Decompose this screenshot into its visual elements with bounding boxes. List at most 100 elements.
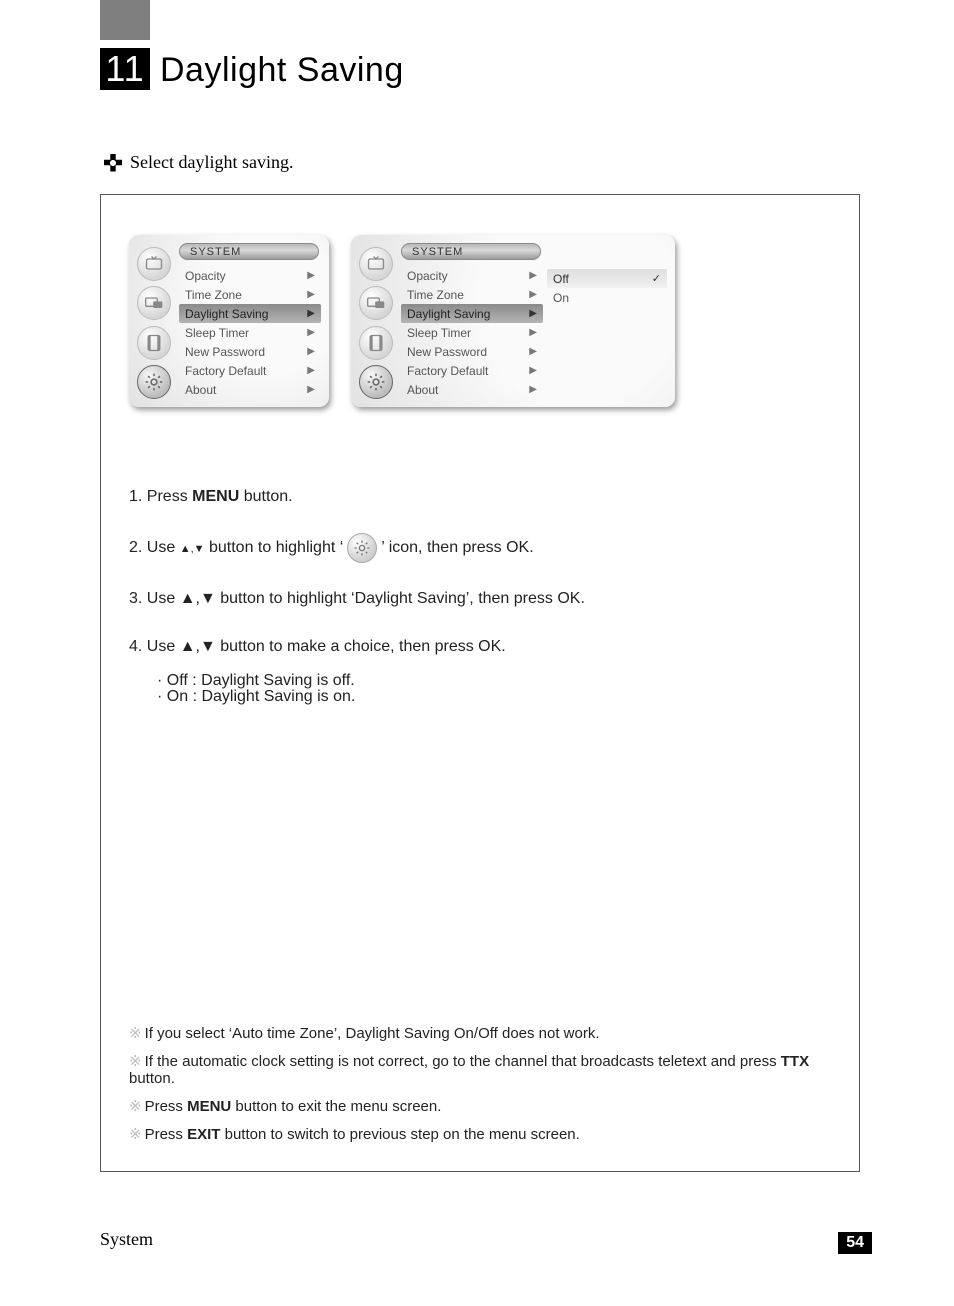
caret-icon: ▶: [307, 384, 315, 395]
menu-label: MENU: [187, 1098, 231, 1115]
menu-label: MENU: [192, 488, 239, 505]
menu-item-label: Time Zone: [407, 288, 464, 302]
tv-icon: [137, 247, 171, 281]
menu-item: Factory Default▶: [401, 361, 543, 380]
caret-icon: ▶: [529, 365, 537, 376]
text: 1. Press: [129, 488, 192, 505]
text: button to switch to previous step on the…: [220, 1126, 579, 1143]
pip-icon: [137, 286, 171, 320]
menu-item-label: Sleep Timer: [407, 326, 471, 340]
step-1: 1. Press MENU button.: [129, 485, 831, 509]
text: button.: [129, 1070, 175, 1087]
manual-page: 11 Daylight Saving Select daylight savin…: [0, 0, 954, 1306]
menu-item: Sleep Timer ▶: [401, 323, 543, 342]
content-box: SYSTEM Opacity▶Time Zone▶Daylight Saving…: [100, 194, 860, 1172]
osd-header: SYSTEM: [401, 243, 541, 260]
menu-item-label: Daylight Saving: [185, 307, 268, 321]
caret-icon: ▶: [307, 270, 315, 281]
menu-item-label: Time Zone: [185, 288, 242, 302]
menu-item: New Password▶: [179, 342, 321, 361]
text: If you select ‘Auto time Zone’, Daylight…: [145, 1025, 600, 1042]
step-4: 4. Use ▲,▼ button to make a choice, then…: [129, 635, 831, 659]
dpad-icon: [104, 154, 122, 172]
caret-icon: ▶: [529, 308, 537, 319]
option-item: On: [547, 288, 667, 307]
menu-item: Daylight Saving ▶: [401, 304, 543, 323]
tv-icon: [359, 247, 393, 281]
menu-item: Sleep Timer ▶: [179, 323, 321, 342]
caret-icon: ▶: [307, 289, 315, 300]
gear-icon: [359, 365, 393, 399]
menu-item-label: About: [185, 383, 216, 397]
arrow-icons: ▲,▼: [180, 543, 205, 555]
caret-icon: ▶: [307, 308, 315, 319]
note-marker-icon: ※: [129, 1025, 141, 1042]
menu-item-label: New Password: [407, 345, 487, 359]
option-label: Off: [553, 272, 569, 286]
osd-menu-list: Opacity▶Time Zone▶Daylight Saving▶Sleep …: [179, 266, 321, 399]
step-2: 2. Use ▲,▼ button to highlight ‘ ’ icon, …: [129, 533, 831, 563]
menu-item: Opacity ▶: [401, 266, 543, 285]
osd-row: SYSTEM Opacity▶Time Zone▶Daylight Saving…: [129, 235, 831, 407]
menu-item-label: Sleep Timer: [185, 326, 249, 340]
ttx-label: TTX: [781, 1053, 809, 1070]
menu-item: New Password ▶: [401, 342, 543, 361]
section-label: System: [100, 1229, 153, 1250]
note-marker-icon: ※: [129, 1053, 141, 1070]
caret-icon: ▶: [529, 346, 537, 357]
chapter-number: 11: [100, 48, 150, 90]
note-2: ※If the automatic clock setting is not c…: [129, 1052, 831, 1087]
menu-item-label: Factory Default: [185, 364, 266, 378]
text: ’ icon, then press OK.: [381, 539, 533, 556]
intro-text: Select daylight saving.: [130, 152, 293, 173]
check-icon: ✓: [652, 272, 661, 285]
pip-icon: [359, 286, 393, 320]
menu-item-label: About: [407, 383, 438, 397]
text: button.: [239, 488, 292, 505]
menu-item-label: Daylight Saving: [407, 307, 490, 321]
osd-option-list: Off ✓ On: [547, 269, 667, 399]
osd-sidebar: [137, 243, 175, 399]
menu-item-label: Opacity: [185, 269, 226, 283]
gear-icon: [347, 533, 377, 563]
caret-icon: ▶: [529, 270, 537, 281]
gray-tab: [100, 0, 150, 40]
menu-item-label: Opacity: [407, 269, 448, 283]
instructions: 1. Press MENU button. 2. Use ▲,▼ button …: [129, 485, 831, 709]
text: 2. Use: [129, 539, 180, 556]
text: If the automatic clock setting is not co…: [145, 1053, 781, 1070]
option-label: On: [553, 291, 569, 305]
film-icon: [359, 326, 393, 360]
page-number: 54: [838, 1232, 872, 1254]
caret-icon: ▶: [307, 327, 315, 338]
film-icon: [137, 326, 171, 360]
menu-item: Opacity ▶: [179, 266, 321, 285]
osd-sidebar: [359, 243, 397, 399]
note-3: ※Press MENU button to exit the menu scre…: [129, 1097, 831, 1115]
menu-item-label: New Password: [185, 345, 265, 359]
option-item: Off ✓: [547, 269, 667, 288]
gear-icon: [137, 365, 171, 399]
note-1: ※If you select ‘Auto time Zone’, Dayligh…: [129, 1024, 831, 1042]
text: Press: [145, 1126, 188, 1143]
caret-icon: ▶: [307, 365, 315, 376]
menu-item: Time Zone▶: [401, 285, 543, 304]
osd-header: SYSTEM: [179, 243, 319, 260]
chapter-title: Daylight Saving: [160, 51, 404, 90]
osd-system-submenu: SYSTEM Opacity▶Time Zone▶Daylight Saving…: [351, 235, 675, 407]
text: button to highlight ‘: [205, 539, 344, 556]
text: button to exit the menu screen.: [231, 1098, 441, 1115]
text: Press: [145, 1098, 188, 1115]
note-marker-icon: ※: [129, 1126, 141, 1143]
menu-item: Time Zone ▶: [179, 285, 321, 304]
menu-item: Daylight Saving ▶: [179, 304, 321, 323]
intro-line: Select daylight saving.: [104, 152, 293, 173]
menu-item: About ▶: [179, 380, 321, 399]
osd-system-menu: SYSTEM Opacity▶Time Zone▶Daylight Saving…: [129, 235, 329, 407]
caret-icon: ▶: [529, 327, 537, 338]
note-4: ※Press EXIT button to switch to previous…: [129, 1125, 831, 1143]
menu-item: About ▶: [401, 380, 543, 399]
caret-icon: ▶: [529, 384, 537, 395]
step-4-on: · On : Daylight Saving is on.: [157, 685, 831, 709]
footnotes: ※If you select ‘Auto time Zone’, Dayligh…: [129, 1024, 831, 1153]
